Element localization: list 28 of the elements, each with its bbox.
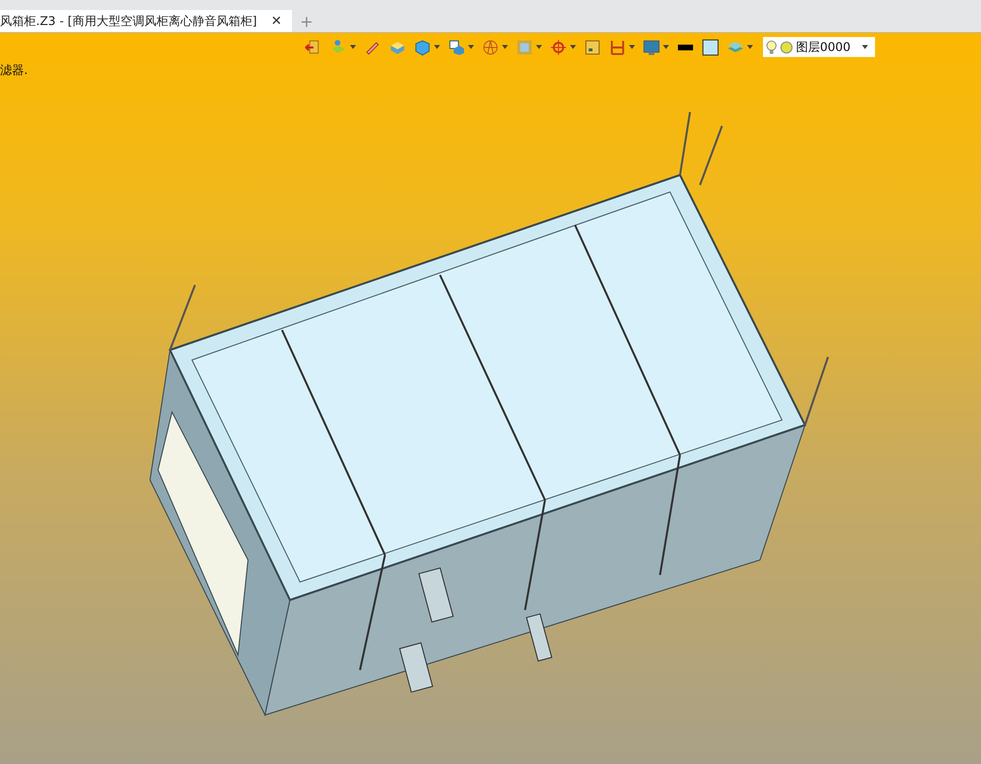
dropdown-arrow-icon[interactable] bbox=[502, 45, 508, 49]
target-icon[interactable] bbox=[550, 38, 576, 56]
frame-icon[interactable] bbox=[516, 38, 542, 56]
dropdown-arrow-icon[interactable] bbox=[747, 45, 753, 49]
tab-title: 风箱柜.Z3 - [商用大型空调风柜离心静音风箱柜] bbox=[0, 12, 257, 30]
dropdown-arrow-icon[interactable] bbox=[629, 45, 635, 49]
cube-icon[interactable] bbox=[414, 38, 440, 56]
dropdown-arrow-icon[interactable] bbox=[350, 45, 356, 49]
close-tab-button[interactable]: ✕ bbox=[271, 14, 282, 28]
layer-name: 图层0000 bbox=[796, 38, 852, 56]
note-icon[interactable] bbox=[584, 38, 601, 56]
dropdown-arrow-icon[interactable] bbox=[663, 45, 669, 49]
dimension-icon[interactable] bbox=[609, 38, 635, 56]
sketch-plane-icon[interactable] bbox=[330, 38, 356, 56]
dropdown-arrow-icon[interactable] bbox=[468, 45, 474, 49]
wireframe-icon[interactable] bbox=[482, 38, 508, 56]
dropdown-arrow-icon[interactable] bbox=[570, 45, 576, 49]
layer-dropdown[interactable]: 图层0000 bbox=[763, 37, 875, 57]
monitor-icon[interactable] bbox=[643, 38, 669, 56]
layer-color-icon bbox=[780, 40, 793, 54]
caret-icon[interactable] bbox=[862, 45, 868, 49]
fill-color-icon[interactable] bbox=[702, 38, 719, 56]
light-bulb-icon[interactable] bbox=[766, 40, 777, 54]
document-tab[interactable]: 风箱柜.Z3 - [商用大型空调风柜离心静音风箱柜] ✕ bbox=[0, 10, 292, 32]
dropdown-arrow-icon[interactable] bbox=[434, 45, 440, 49]
command-prompt-text: 滤器. bbox=[0, 62, 29, 79]
view-cube-icon[interactable] bbox=[448, 38, 474, 56]
dropdown-arrow-icon[interactable] bbox=[536, 45, 542, 49]
